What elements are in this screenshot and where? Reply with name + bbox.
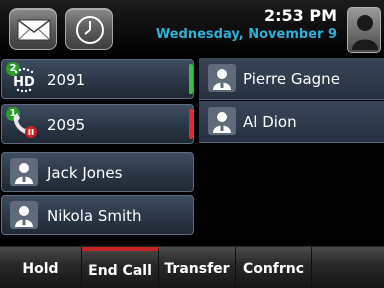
person-icon xyxy=(10,158,38,186)
envelope-icon xyxy=(17,19,51,41)
contact-pierre-gagne[interactable]: Pierre Gagne xyxy=(199,58,384,100)
clock-icon xyxy=(76,16,104,44)
line-label: 2091 xyxy=(47,71,86,89)
contact-label: Nikola Smith xyxy=(47,207,142,225)
user-profile-button[interactable] xyxy=(347,7,381,53)
clock-time: 2:53 PM xyxy=(263,6,337,25)
contact-jack-jones[interactable]: Jack Jones xyxy=(1,152,194,192)
contact-nikola-smith[interactable]: Nikola Smith xyxy=(1,195,194,235)
line-label: 2095 xyxy=(47,116,86,134)
hd-phone-icon: HD xyxy=(13,67,35,93)
line-held-indicator xyxy=(189,109,193,139)
svg-text:HD: HD xyxy=(13,75,35,90)
contact-al-dion[interactable]: Al Dion xyxy=(199,101,384,143)
held-call-icon xyxy=(13,113,37,138)
person-icon xyxy=(352,15,378,50)
transfer-softkey[interactable]: Transfer xyxy=(159,247,236,288)
conference-softkey[interactable]: Confrnc xyxy=(236,247,312,288)
clock-button[interactable] xyxy=(65,8,113,50)
end-call-softkey[interactable]: End Call xyxy=(82,247,159,288)
contact-label: Pierre Gagne xyxy=(243,70,340,88)
clock-date: Wednesday, November 9 xyxy=(155,27,337,42)
person-icon xyxy=(208,107,236,135)
line-active-indicator xyxy=(189,64,193,94)
messages-button[interactable] xyxy=(9,8,57,50)
contact-label: Jack Jones xyxy=(47,164,123,182)
contact-label: Al Dion xyxy=(243,113,297,131)
empty-softkey[interactable] xyxy=(312,247,384,288)
status-bar: 2:53 PM Wednesday, November 9 xyxy=(0,0,384,58)
person-icon xyxy=(208,64,236,92)
softkey-bar: Hold End Call Transfer Confrnc xyxy=(0,246,384,288)
line-key-2091[interactable]: 2 HD 2091 xyxy=(1,59,194,99)
line-key-2095[interactable]: 1 2095 xyxy=(1,104,194,144)
hold-softkey[interactable]: Hold xyxy=(0,247,82,288)
person-icon xyxy=(10,201,38,229)
